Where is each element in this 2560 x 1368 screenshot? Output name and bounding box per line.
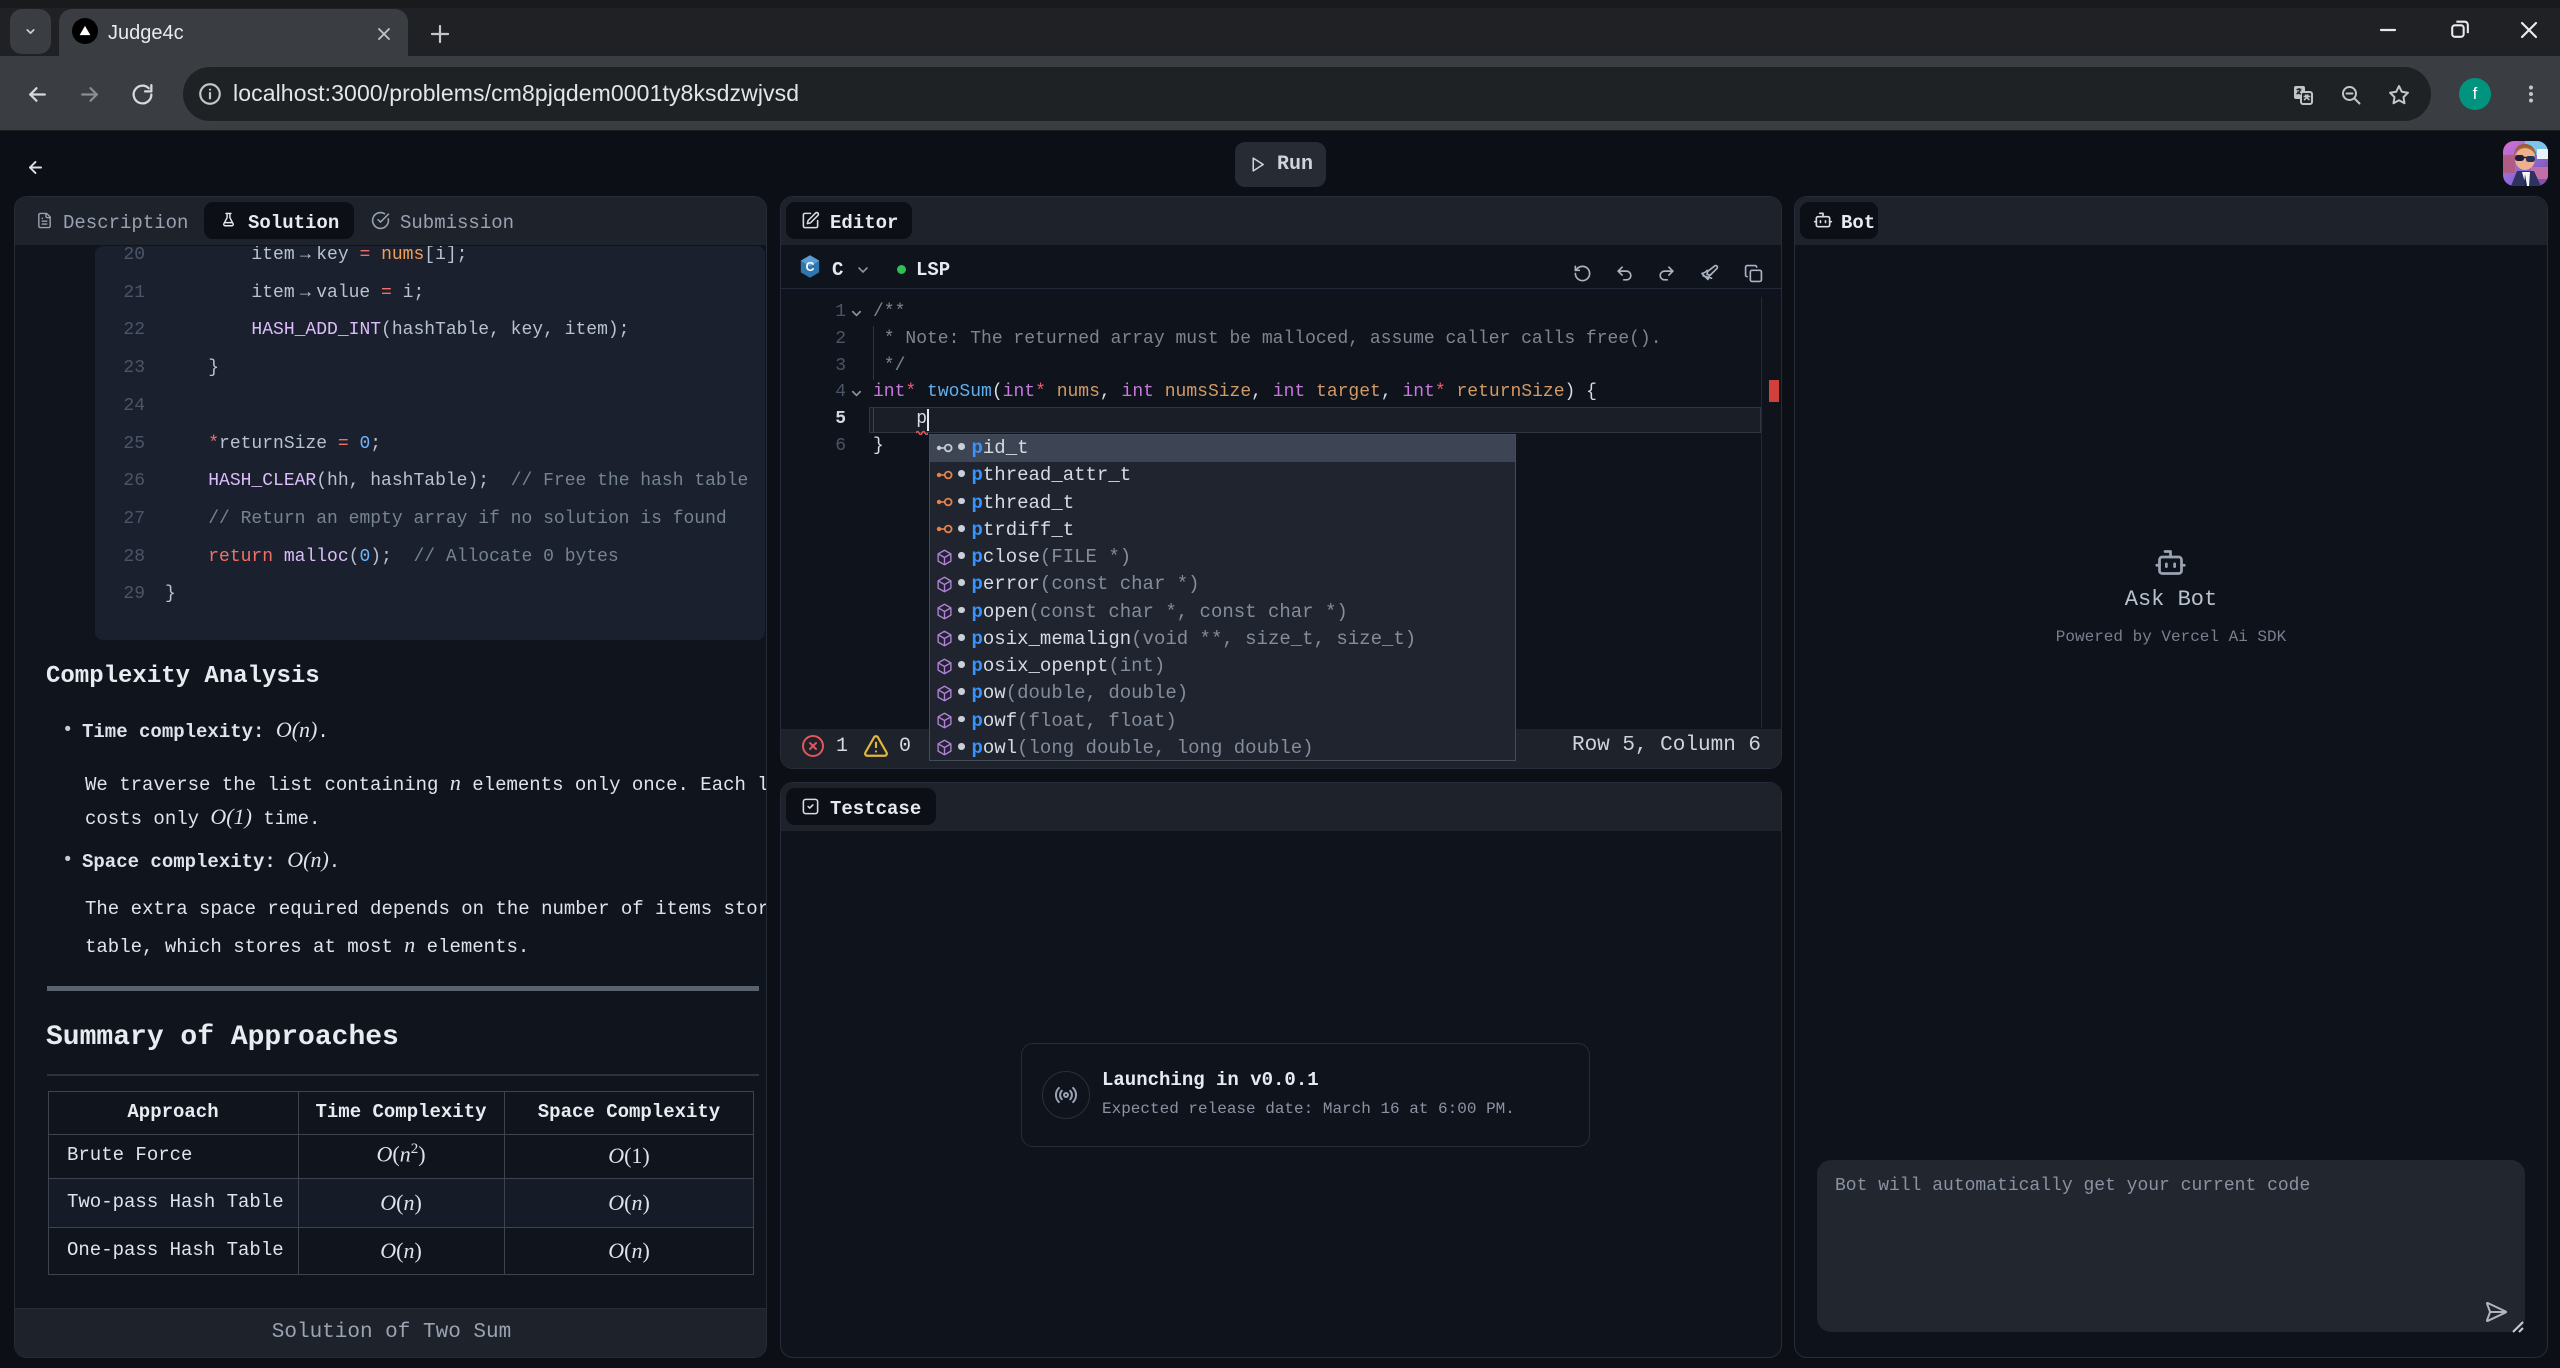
svg-text:C: C [805, 260, 814, 274]
